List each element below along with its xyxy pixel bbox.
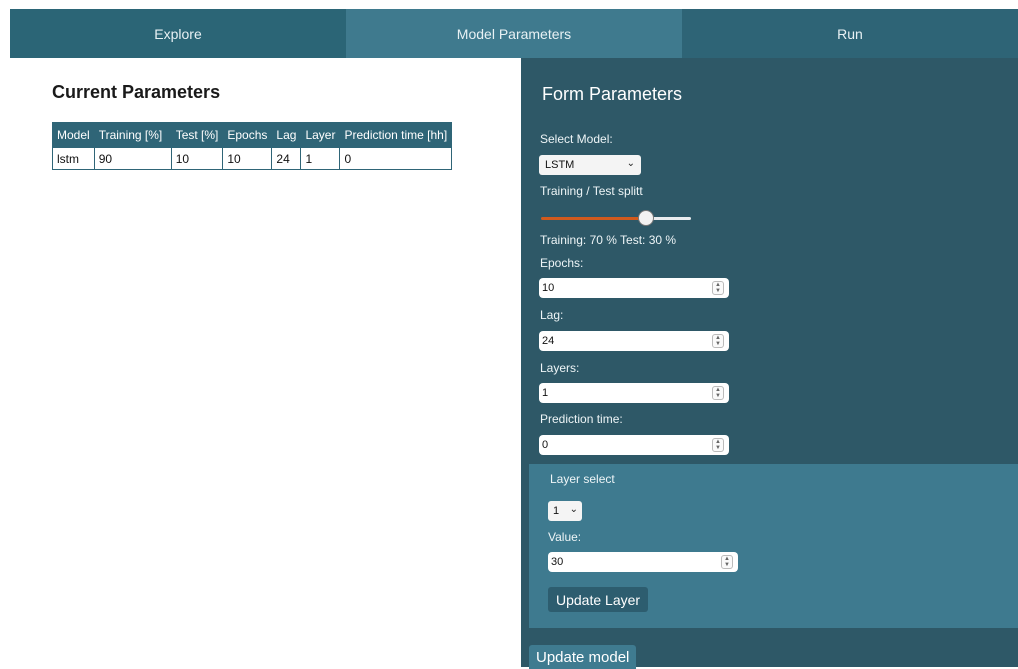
layer-value: 30 (551, 556, 564, 568)
prediction-time-value: 0 (542, 439, 549, 451)
table-row: lstm 90 10 10 24 1 0 (52, 147, 453, 170)
slider-track-filled (541, 217, 646, 220)
update-model-button[interactable]: Update model (529, 645, 637, 669)
form-panel: Form Parameters Select Model: LSTM ⌄ Tra… (521, 58, 1018, 669)
spinner-icon[interactable]: ▲ ▼ (712, 334, 724, 348)
update-layer-button[interactable]: Update Layer (548, 587, 649, 612)
tab-model-parameters[interactable]: Model Parameters (346, 9, 682, 58)
lag-input[interactable]: 24 ▲ ▼ (539, 331, 729, 351)
tab-run[interactable]: Run (682, 9, 1018, 58)
slider-thumb[interactable] (638, 210, 654, 226)
form-parameters-title: Form Parameters (542, 84, 683, 104)
lag-label: Lag: (540, 308, 564, 322)
model-select[interactable]: LSTM ⌄ (539, 155, 641, 175)
table-cell: 90 (93, 147, 172, 170)
layers-input[interactable]: 1 ▲ ▼ (539, 383, 729, 403)
model-select-value: LSTM (545, 159, 575, 171)
spinner-icon[interactable]: ▲ ▼ (712, 386, 724, 400)
lag-value: 24 (542, 335, 555, 347)
layers-value: 1 (542, 387, 549, 399)
table-cell: 0 (339, 147, 453, 170)
epochs-input[interactable]: 10 ▲ ▼ (539, 278, 729, 298)
layer-select-label: Layer select (550, 472, 615, 486)
split-label: Training / Test splitt (540, 184, 643, 198)
epochs-label: Epochs: (540, 256, 584, 270)
layer-select-value: 1 (553, 505, 560, 517)
select-model-label: Select Model: (540, 132, 613, 146)
column-header: Lag (271, 122, 302, 148)
layer-select[interactable]: 1 ⌄ (548, 501, 582, 521)
layer-value-label: Value: (548, 530, 582, 544)
table-cell: 10 (222, 147, 273, 170)
table-cell: 1 (300, 147, 341, 170)
table-cell: 24 (271, 147, 302, 170)
chevron-down-icon: ⌄ (626, 158, 635, 169)
layer-value-input[interactable]: 30 ▲ ▼ (548, 552, 738, 572)
column-header: Prediction time [hh] (339, 122, 453, 148)
layers-label: Layers: (540, 361, 580, 375)
tab-bar: Explore Model Parameters Run (10, 9, 1018, 58)
spinner-icon[interactable]: ▲ ▼ (712, 281, 724, 295)
layer-select-section: Layer select 1 ⌄ Value: 30 ▲ ▼ Update Lay… (529, 464, 1018, 628)
epochs-value: 10 (542, 282, 555, 294)
column-header: Layer (300, 122, 341, 148)
current-parameters-table: Model Training [%] Test [%] Epochs Lag L… (52, 122, 453, 170)
column-header: Training [%] (93, 122, 172, 148)
tab-explore[interactable]: Explore (10, 9, 346, 58)
spinner-icon[interactable]: ▲ ▼ (721, 555, 733, 569)
spinner-icon[interactable]: ▲ ▼ (712, 438, 724, 452)
chevron-down-icon: ⌄ (569, 504, 578, 515)
prediction-time-label: Prediction time: (540, 412, 623, 426)
column-header: Test [%] (170, 122, 224, 148)
prediction-time-input[interactable]: 0 ▲ ▼ (539, 435, 729, 455)
table-header-row: Model Training [%] Test [%] Epochs Lag L… (52, 122, 453, 148)
split-readout: Training: 70 % Test: 30 % (540, 233, 677, 247)
current-parameters-title: Current Parameters (52, 82, 221, 102)
table-cell: 10 (170, 147, 224, 170)
split-slider[interactable] (541, 208, 691, 228)
table-cell: lstm (52, 147, 95, 170)
column-header: Model (52, 122, 95, 148)
column-header: Epochs (222, 122, 273, 148)
